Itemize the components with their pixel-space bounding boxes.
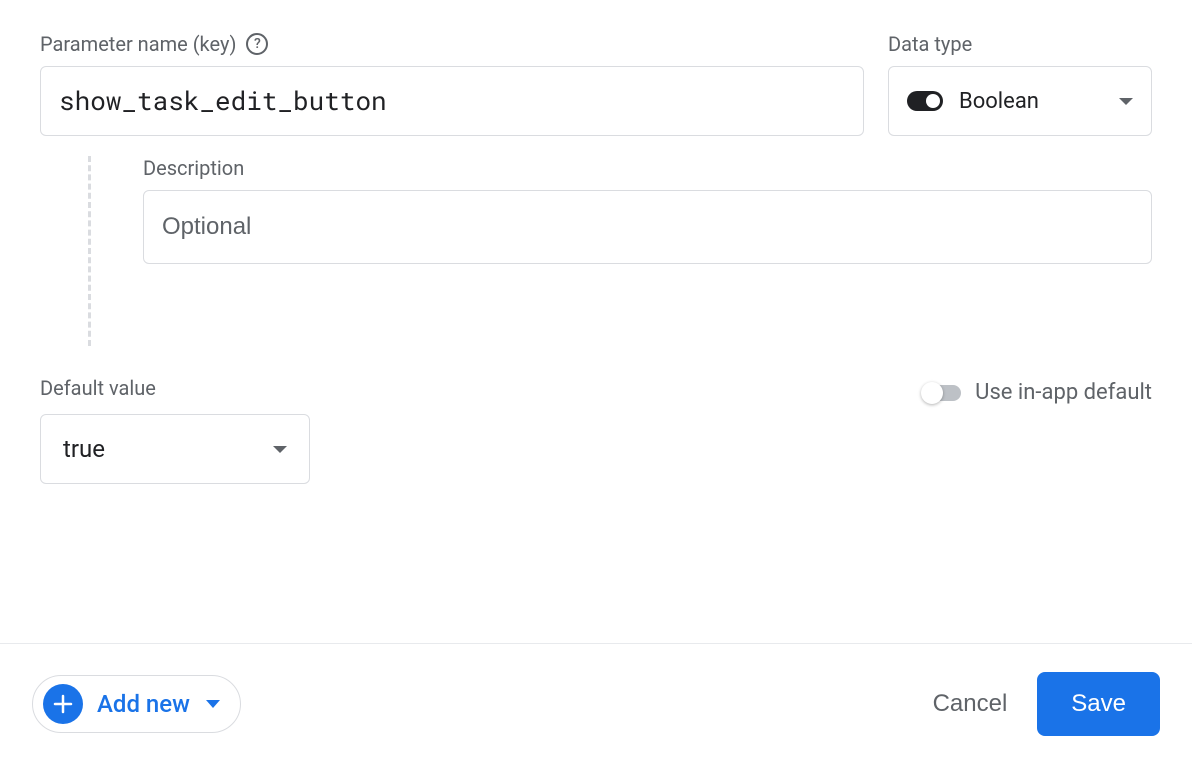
top-row: Parameter name (key) ? Data type Boolean [40,32,1152,136]
default-value-select[interactable]: true [40,414,310,484]
parameter-name-group: Parameter name (key) ? [40,32,864,136]
parameter-name-input[interactable] [40,66,864,136]
add-new-button[interactable]: Add new [32,675,241,733]
chevron-down-icon [1119,98,1133,105]
cancel-button[interactable]: Cancel [933,690,1008,718]
add-new-label: Add new [97,690,190,718]
boolean-icon [907,91,943,111]
description-section: Description [40,156,1152,346]
data-type-select[interactable]: Boolean [888,66,1152,136]
description-label: Description [143,156,244,180]
data-type-group: Data type Boolean [888,32,1152,136]
data-type-label: Data type [888,32,972,56]
chevron-down-icon [273,446,287,453]
footer: Add new Cancel Save [0,643,1192,764]
default-value-section: Default value true Use in-app default [40,376,1152,484]
footer-actions: Cancel Save [933,672,1160,736]
default-value-group: Default value true [40,376,310,484]
parameter-form: Parameter name (key) ? Data type Boolean… [0,0,1192,484]
plus-icon [43,684,83,724]
default-value-label: Default value [40,376,310,400]
chevron-down-icon [206,700,220,708]
in-app-default-row: Use in-app default [923,380,1152,405]
description-input[interactable] [143,190,1152,264]
tree-connector [88,156,91,346]
in-app-default-label: Use in-app default [975,380,1152,405]
help-icon[interactable]: ? [246,33,268,55]
data-type-content: Boolean [907,89,1039,114]
save-button[interactable]: Save [1037,672,1160,736]
parameter-name-label-row: Parameter name (key) ? [40,32,864,56]
in-app-default-toggle[interactable] [923,385,961,401]
default-value-text: true [63,435,105,463]
data-type-label-row: Data type [888,32,1152,56]
data-type-value: Boolean [959,89,1039,114]
description-content: Description [143,156,1152,346]
parameter-name-label: Parameter name (key) [40,32,236,56]
